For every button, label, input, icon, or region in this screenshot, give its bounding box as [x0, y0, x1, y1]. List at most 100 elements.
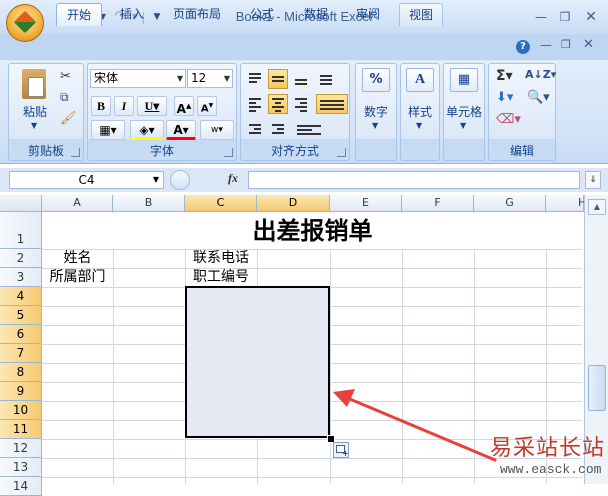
shrink-font-icon[interactable]: A▼	[197, 96, 217, 116]
tab-data[interactable]: 数据	[294, 3, 338, 26]
align-bottom-icon[interactable]	[291, 69, 311, 89]
restore-icon[interactable]: ❐	[554, 9, 576, 25]
tab-page-layout[interactable]: 页面布局	[164, 3, 230, 26]
row-header-11[interactable]: 11	[0, 420, 42, 439]
name-box[interactable]: C4 ▼	[9, 171, 164, 189]
cell-c2[interactable]: 联系电话	[185, 249, 257, 268]
close-icon[interactable]: ✕	[580, 9, 602, 25]
increase-indent-icon[interactable]	[268, 119, 288, 139]
row-header-12[interactable]: 12	[0, 439, 42, 458]
number-group-label[interactable]: 数字	[356, 103, 396, 120]
row-header-1[interactable]: 1	[0, 212, 42, 249]
font-launcher-icon[interactable]	[224, 148, 233, 157]
select-all-button[interactable]	[0, 195, 42, 212]
orientation-icon[interactable]	[316, 69, 336, 89]
column-header-d[interactable]: D	[257, 195, 330, 212]
percent-icon[interactable]: %	[362, 68, 390, 92]
merge-center-button[interactable]	[316, 94, 348, 114]
autosum-icon[interactable]: Σ▾	[496, 68, 513, 84]
column-header-b[interactable]: B	[113, 195, 185, 212]
cell-a3[interactable]: 所属部门	[42, 268, 113, 287]
font-size-combo[interactable]: 12 ▼	[187, 69, 233, 88]
find-select-icon[interactable]: 🔍▾	[527, 90, 550, 105]
minimize-icon[interactable]: —	[530, 9, 552, 25]
cell-a2[interactable]: 姓名	[42, 249, 113, 268]
insert-function-icon[interactable]: fx	[228, 171, 238, 186]
align-middle-icon[interactable]	[268, 69, 288, 89]
fill-color-button[interactable]: ◈▾	[130, 120, 164, 140]
scroll-thumb[interactable]	[588, 365, 606, 411]
borders-button[interactable]: ▦▾	[91, 120, 125, 140]
font-name-combo[interactable]: 宋体 ▼	[90, 69, 186, 88]
gridline	[113, 212, 114, 484]
column-header-f[interactable]: F	[402, 195, 474, 212]
scroll-up-icon[interactable]: ▲	[588, 199, 606, 215]
row-header-9[interactable]: 9	[0, 382, 42, 401]
format-painter-icon[interactable]: 🖌	[60, 111, 77, 126]
gridline	[42, 268, 582, 269]
tab-insert[interactable]: 插入	[110, 3, 154, 26]
row-header-2[interactable]: 2	[0, 249, 42, 268]
row-header-14[interactable]: 14	[0, 477, 42, 496]
tab-review[interactable]: 审阅	[346, 3, 390, 26]
cells-icon[interactable]: ▦	[450, 68, 478, 92]
copy-icon[interactable]: ⧉	[60, 90, 69, 105]
phonetic-guide-icon[interactable]: w▾	[200, 120, 234, 140]
font-color-button[interactable]: A▾	[166, 120, 196, 140]
align-left-icon[interactable]	[245, 94, 265, 114]
align-top-icon[interactable]	[245, 69, 265, 89]
sort-filter-icon[interactable]: A↓Z▾	[525, 68, 556, 81]
workbook-restore-icon[interactable]: ❐	[561, 38, 571, 51]
office-button[interactable]	[6, 4, 44, 42]
font-name-value: 宋体	[94, 71, 119, 85]
office-logo-icon	[13, 10, 37, 34]
row-header-8[interactable]: 8	[0, 363, 42, 382]
tab-home[interactable]: 开始	[56, 3, 102, 26]
alignment-launcher-icon[interactable]	[337, 148, 346, 157]
cell-c3[interactable]: 职工编号	[185, 268, 257, 287]
italic-button[interactable]: I	[114, 96, 134, 116]
help-icon[interactable]: ?	[516, 40, 530, 54]
chevron-down-icon: ▼	[223, 74, 230, 83]
column-header-g[interactable]: G	[474, 195, 546, 212]
underline-button[interactable]: U▾	[137, 96, 167, 116]
paste-button[interactable]: 粘贴 ▼	[16, 67, 54, 135]
column-header-h[interactable]: H	[546, 195, 586, 212]
editing-group-label: 编辑	[509, 144, 534, 158]
watermark-url: www.easck.com	[500, 462, 602, 477]
align-center-icon[interactable]	[268, 94, 288, 114]
row-header-3[interactable]: 3	[0, 268, 42, 287]
expand-formula-bar-icon[interactable]: ⇓	[585, 171, 601, 189]
row-header-4[interactable]: 4	[0, 287, 42, 306]
formula-bar-handle-icon[interactable]	[170, 170, 190, 190]
paste-label: 粘贴	[22, 105, 47, 119]
annotation-arrow-icon	[333, 389, 497, 462]
decrease-indent-icon[interactable]	[245, 119, 265, 139]
bold-button[interactable]: B	[91, 96, 111, 116]
clear-icon[interactable]: ⌫▾	[496, 112, 521, 127]
wrap-text-icon[interactable]	[293, 119, 325, 139]
workbook-close-icon[interactable]: ✕	[583, 37, 594, 52]
sheet-title: 出差报销单	[252, 216, 373, 245]
column-header-c[interactable]: C	[185, 195, 257, 212]
column-header-e[interactable]: E	[330, 195, 402, 212]
row-header-6[interactable]: 6	[0, 325, 42, 344]
workbook-minimize-icon[interactable]: —	[540, 38, 552, 52]
clipboard-launcher-icon[interactable]	[71, 148, 80, 157]
tab-formulas[interactable]: 公式	[240, 3, 284, 26]
fill-down-icon[interactable]: ⬇▾	[496, 90, 513, 105]
column-header-a[interactable]: A	[42, 195, 113, 212]
cells-group-label[interactable]: 单元格	[443, 103, 485, 120]
cut-icon[interactable]: ✂	[60, 69, 71, 84]
tab-view[interactable]: 视图	[399, 3, 443, 26]
grow-font-icon[interactable]: A▲	[174, 96, 194, 116]
row-header-5[interactable]: 5	[0, 306, 42, 325]
styles-icon[interactable]: A	[406, 68, 434, 92]
row-header-7[interactable]: 7	[0, 344, 42, 363]
formula-input[interactable]	[248, 171, 580, 189]
row-header-10[interactable]: 10	[0, 401, 42, 420]
styles-group-label[interactable]: 样式	[400, 103, 440, 120]
selected-range-c4-d11[interactable]	[185, 286, 330, 438]
row-header-13[interactable]: 13	[0, 458, 42, 477]
align-right-icon[interactable]	[291, 94, 311, 114]
